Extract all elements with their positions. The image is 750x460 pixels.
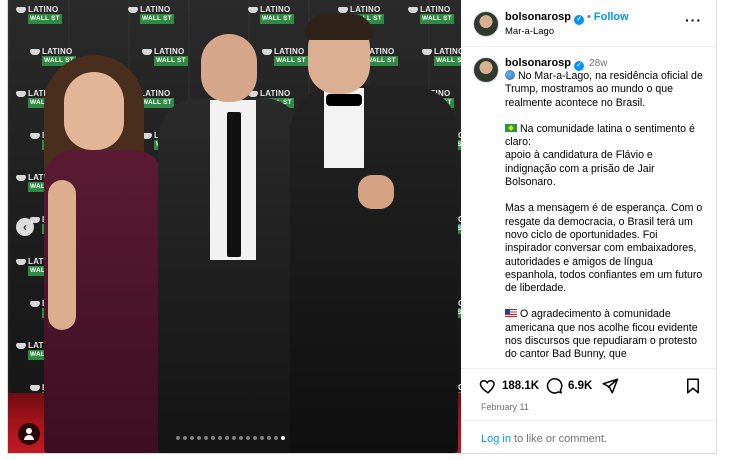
bull-logo-icon <box>16 90 26 97</box>
bull-logo-icon <box>422 48 432 55</box>
man-right-hair <box>305 14 373 40</box>
carousel-dot <box>239 436 243 440</box>
latino-wall-st-logo: LATINOWALL ST <box>128 6 174 24</box>
carousel-prev-button[interactable]: ‹ <box>16 218 34 236</box>
carousel-dot <box>225 436 229 440</box>
bull-logo-icon <box>142 48 152 55</box>
avatar[interactable] <box>473 11 499 37</box>
brazil-flag-icon <box>505 123 517 132</box>
carousel-dot <box>190 436 194 440</box>
bull-logo-icon <box>338 6 348 13</box>
heart-icon <box>479 379 495 394</box>
bull-logo-icon <box>128 6 138 13</box>
carousel-dot <box>211 436 215 440</box>
post-photo[interactable]: LATINO WALL ST LATINO WALL ST LATINO WALL ST L… <box>8 0 461 453</box>
carousel-dot <box>267 436 271 440</box>
bull-logo-icon <box>16 6 26 13</box>
like-count[interactable]: 188.1K <box>502 380 539 392</box>
caption-text: No Mar-a-Lago, na residência oficial de … <box>505 70 705 365</box>
bookmark-icon <box>687 378 699 394</box>
like-button[interactable]: 188.1K <box>479 377 539 395</box>
carousel-dot <box>218 436 222 440</box>
location-link[interactable]: Mar-a-Lago <box>505 26 554 37</box>
post-sidebar: bolsonarosp ✓ • Follow Mar-a-Lago ··· bolso… <box>461 0 716 453</box>
latino-wall-st-logo: LATINOWALL ST <box>408 6 454 24</box>
comment-button[interactable]: 6.9K <box>545 377 592 395</box>
caption-paragraph-2: Na comunidade latina o sentimento é clar… <box>505 122 695 189</box>
carousel-dot <box>232 436 236 440</box>
latino-wall-st-logo: LATINOWALL ST <box>16 6 62 24</box>
man-center-tie <box>227 112 241 257</box>
post-container: LATINO WALL ST LATINO WALL ST LATINO WALL ST L… <box>7 0 717 454</box>
post-header: bolsonarosp ✓ • Follow Mar-a-Lago ··· <box>461 0 716 47</box>
caption-paragraph-3: Mas a mensagem é de esperança. Com o res… <box>505 202 703 295</box>
carousel-dot <box>246 436 250 440</box>
login-prompt-text: to like or comment. <box>510 433 607 445</box>
man-center-head <box>201 34 257 102</box>
carousel-dot <box>204 436 208 440</box>
bull-logo-icon <box>408 6 418 13</box>
woman-face <box>64 72 124 150</box>
carousel-dot <box>260 436 264 440</box>
comment-icon <box>546 378 563 394</box>
woman-arm <box>48 180 76 330</box>
man-right-suit <box>290 86 458 453</box>
bull-logo-icon <box>30 300 40 307</box>
paper-plane-icon <box>602 378 619 394</box>
chevron-left-icon: ‹ <box>23 220 27 234</box>
bull-logo-icon <box>16 174 26 181</box>
caption-username-link[interactable]: bolsonarosp <box>505 57 571 69</box>
login-prompt: Log in to like or comment. <box>461 420 716 453</box>
carousel-dot <box>281 436 285 440</box>
bow-tie <box>326 94 362 106</box>
carousel-dot <box>197 436 201 440</box>
comment-count[interactable]: 6.9K <box>568 380 592 392</box>
latino-wall-st-logo: LATINOWALL ST <box>248 6 294 24</box>
bull-logo-icon <box>262 48 272 55</box>
share-button[interactable] <box>601 377 619 395</box>
carousel-dot <box>274 436 278 440</box>
caption-avatar[interactable] <box>473 57 499 83</box>
tagged-users-button[interactable] <box>18 423 40 445</box>
action-bar: 188.1K 6.9K February 11 <box>461 368 716 419</box>
carousel-dot <box>183 436 187 440</box>
carousel-dot <box>176 436 180 440</box>
bull-logo-icon <box>16 258 26 265</box>
caption-header: bolsonarosp ✓ 28w <box>505 57 607 71</box>
carousel-dot <box>253 436 257 440</box>
caption-paragraph-1: No Mar-a-Lago, na residência oficial de … <box>505 70 703 109</box>
caption-paragraph-4: O agradecimento à comunidade americana q… <box>505 308 698 361</box>
latino-wall-st-logo: LATINOWALL ST <box>142 48 188 66</box>
more-options-icon[interactable]: ··· <box>685 12 702 28</box>
caption-area: bolsonarosp ✓ 28w No Mar-a-Lago, na residê… <box>461 47 716 365</box>
us-flag-icon <box>505 309 517 318</box>
follow-button[interactable]: Follow <box>594 11 629 23</box>
globe-emoji-icon <box>505 70 515 80</box>
login-link[interactable]: Log in <box>481 433 511 445</box>
bull-logo-icon <box>30 48 40 55</box>
latino-wall-st-logo: LATINOWALL ST <box>262 48 308 66</box>
post-age[interactable]: 28w <box>589 58 607 69</box>
username-link[interactable]: bolsonarosp <box>505 11 571 23</box>
carousel-indicators <box>176 436 285 440</box>
latino-wall-st-logo: LATINOWALL ST <box>422 48 461 66</box>
bull-logo-icon <box>248 6 258 13</box>
bull-logo-icon <box>30 132 40 139</box>
verified-badge-icon: ✓ <box>574 15 585 25</box>
bull-logo-icon <box>30 384 40 391</box>
save-button[interactable] <box>684 377 702 395</box>
user-icon <box>26 428 32 434</box>
man-right-hand <box>358 175 394 209</box>
header-user-line: bolsonarosp ✓ • Follow <box>505 11 629 25</box>
post-date[interactable]: February 11 <box>481 402 529 412</box>
bull-logo-icon <box>16 342 26 349</box>
